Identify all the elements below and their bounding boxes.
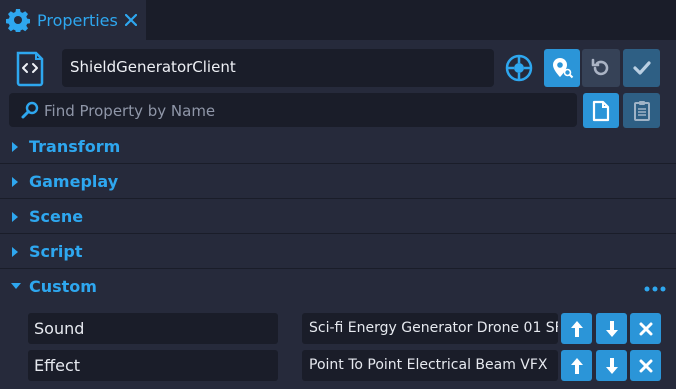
tab-properties[interactable]: Properties [0,0,146,40]
move-up-button[interactable] [561,350,592,381]
search-field[interactable]: Find Property by Name [9,93,577,127]
arrow-down-icon [605,357,618,374]
move-down-button[interactable] [596,350,627,381]
checkmark-icon [632,61,651,75]
chevron-down-icon [11,283,21,289]
paste-button[interactable] [623,93,660,128]
tab-title: Properties [37,10,118,30]
more-options-icon[interactable] [643,286,667,292]
section-script[interactable]: Script [0,235,676,269]
property-value: Sci-fi Energy Generator Drone 01 SFX [309,320,558,336]
section-label: Scene [29,207,84,226]
search-placeholder: Find Property by Name [44,102,216,120]
close-icon[interactable] [124,14,137,26]
property-value: Point To Point Electrical Beam VFX [309,357,548,373]
remove-button[interactable] [630,313,661,344]
arrow-up-icon [570,320,583,337]
section-label: Script [29,242,83,261]
chevron-right-icon [12,247,18,257]
property-name: Sound [34,319,85,338]
property-name-sound: Sound [28,313,278,344]
reset-button[interactable] [582,49,620,87]
section-label: Gameplay [29,172,119,191]
pin-search-icon [553,58,574,79]
close-icon [639,322,652,335]
gear-icon [6,9,30,32]
close-icon [639,359,652,372]
section-label: Transform [29,137,121,156]
confirm-button[interactable] [623,49,660,87]
property-name-effect: Effect [28,350,278,381]
copy-button[interactable] [583,93,619,128]
move-down-button[interactable] [596,313,627,344]
property-value-sound[interactable]: Sci-fi Energy Generator Drone 01 SFX [302,313,558,344]
search-icon [21,101,39,119]
chevron-right-icon [12,177,18,187]
arrow-down-icon [605,320,618,337]
script-icon [16,51,44,87]
section-gameplay[interactable]: Gameplay [0,165,676,199]
section-custom[interactable]: Custom [0,270,676,304]
networked-icon[interactable] [503,52,535,84]
pin-search-button[interactable] [544,49,580,87]
object-name-field[interactable]: ShieldGeneratorClient [62,49,494,87]
copy-icon [592,100,610,121]
section-transform[interactable]: Transform [0,130,676,164]
property-value-effect[interactable]: Point To Point Electrical Beam VFX [302,350,558,381]
paste-icon [633,100,650,121]
chevron-right-icon [12,212,18,222]
section-scene[interactable]: Scene [0,200,676,234]
reset-icon [591,58,609,76]
property-name: Effect [34,356,81,375]
chevron-right-icon [12,142,18,152]
remove-button[interactable] [630,350,661,381]
section-label: Custom [29,277,97,296]
move-up-button[interactable] [561,313,592,344]
object-name: ShieldGeneratorClient [70,58,236,76]
arrow-up-icon [570,357,583,374]
